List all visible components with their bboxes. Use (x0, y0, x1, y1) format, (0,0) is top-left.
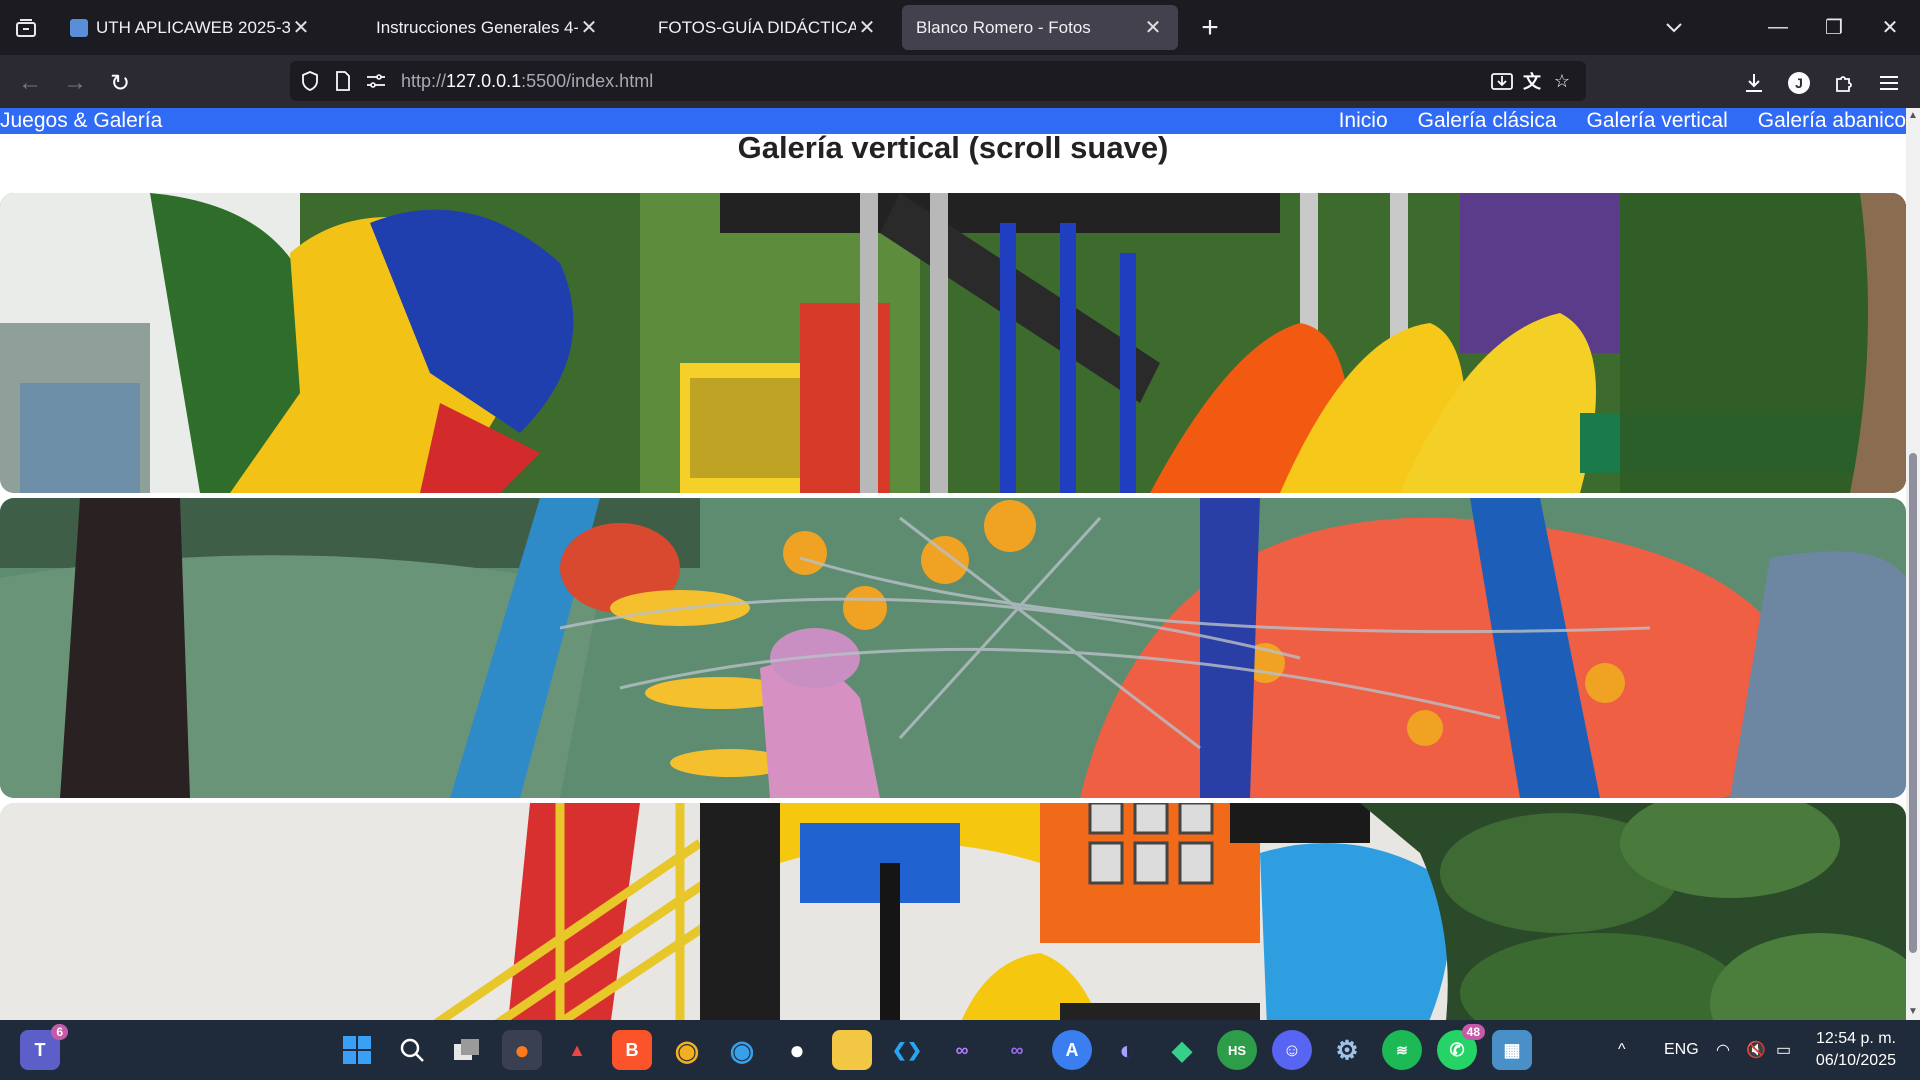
tab-uth-aplicaweb[interactable]: UTH APLICAWEB 2025-3 ✕ (56, 5, 326, 50)
downloads-button[interactable] (1736, 65, 1772, 101)
close-tab-icon[interactable]: ✕ (290, 15, 312, 40)
nav-link-galeria-abanico[interactable]: Galería abanico (1758, 108, 1906, 134)
teams-icon[interactable]: T6 (20, 1024, 68, 1070)
chrome-dev-icon[interactable]: ◉ (722, 1030, 762, 1070)
task-view-icon (454, 1039, 479, 1060)
search-button[interactable] (392, 1030, 432, 1070)
bookmark-star-icon[interactable]: ☆ (1548, 67, 1576, 95)
web-page: Galería vertical (scroll suave) Juegos &… (0, 108, 1906, 1020)
document-icon (70, 18, 88, 37)
taskbar: T6 ● ▲ B ◉ ◉ ● ❮❯ ∞ ∞ A ◐ ◆ HS ☺ ⚙ ≋ ✆ 48… (0, 1020, 1920, 1080)
github-icon[interactable]: ● (777, 1030, 817, 1070)
hamburger-icon (1880, 76, 1898, 90)
close-tab-icon[interactable]: ✕ (1142, 15, 1164, 40)
task-view-button[interactable] (447, 1030, 487, 1070)
nav-link-inicio[interactable]: Inicio (1339, 108, 1388, 134)
app-icon-leaf[interactable]: ◆ (1162, 1030, 1202, 1070)
url-bar[interactable]: http://127.0.0.1:5500/index.html 文 ☆ (290, 61, 1586, 101)
install-app-icon[interactable] (1488, 67, 1516, 95)
file-explorer-icon[interactable] (832, 1030, 872, 1070)
page-icon[interactable] (329, 67, 357, 95)
minimize-button[interactable]: — (1750, 0, 1806, 55)
navigation-toolbar: ← → ↻ http://127.0.0.1:5500/index.html 文… (0, 55, 1920, 108)
notification-badge: 6 (51, 1024, 68, 1040)
chrome-icon[interactable]: ◉ (667, 1030, 707, 1070)
brave-icon[interactable]: B (612, 1030, 652, 1070)
close-tab-icon[interactable]: ✕ (578, 15, 600, 40)
app-icon-chart[interactable]: ▦ (1492, 1030, 1532, 1070)
avatar: J (1788, 72, 1810, 94)
permissions-icon[interactable] (362, 67, 390, 95)
spotify-icon[interactable]: ≋ (1382, 1030, 1422, 1070)
language-indicator[interactable]: ENG (1664, 1020, 1699, 1080)
extensions-button[interactable] (1826, 65, 1862, 101)
restore-button[interactable]: ❐ (1806, 0, 1862, 55)
account-button[interactable]: J (1781, 65, 1817, 101)
tab-blanco-romero[interactable]: Blanco Romero - Fotos ✕ (902, 5, 1178, 50)
forward-button[interactable]: → (57, 65, 93, 101)
app-icon-pyramid[interactable]: ▲ (557, 1030, 597, 1070)
menu-button[interactable] (1871, 65, 1907, 101)
site-nav: Inicio Galería clásica Galería vertical … (1309, 108, 1906, 134)
firefox-taskbar-icon[interactable]: ● (502, 1030, 542, 1070)
puzzle-icon (1836, 76, 1852, 92)
notification-badge: 48 (1461, 1024, 1485, 1040)
gallery-photo-2 (0, 498, 1906, 798)
nav-link-galeria-clasica[interactable]: Galería clásica (1418, 108, 1557, 134)
windows-icon (343, 1036, 371, 1064)
app-icon-moon[interactable]: ◐ (1107, 1030, 1147, 1070)
scrollbar-thumb[interactable] (1909, 453, 1917, 953)
translate-icon[interactable]: 文 (1518, 67, 1546, 95)
scroll-down-arrow[interactable]: ▼ (1908, 1006, 1918, 1017)
site-header: Juegos & Galería Inicio Galería clásica … (0, 108, 1906, 134)
shield-icon[interactable] (296, 67, 324, 95)
tab-fotos-guia[interactable]: FOTOS-GUÍA DIDÁCTICA.pdf ✕ (644, 5, 892, 50)
chevron-down-icon (1666, 22, 1682, 32)
discord-icon[interactable]: ☺ (1272, 1030, 1312, 1070)
scroll-up-arrow[interactable]: ▲ (1908, 110, 1918, 121)
list-all-tabs-button[interactable] (1646, 0, 1702, 55)
download-icon (1746, 74, 1762, 92)
tab-instrucciones[interactable]: Instrucciones Generales 4-5 u2. ✕ (362, 5, 614, 50)
new-tab-button[interactable]: + (1190, 8, 1230, 48)
url-text[interactable]: http://127.0.0.1:5500/index.html (401, 71, 653, 92)
visual-studio-alt-icon[interactable]: ∞ (997, 1030, 1037, 1070)
clock-date: 06/10/2025 (1815, 1052, 1896, 1069)
volume-muted-icon[interactable]: 🔇 (1746, 1020, 1766, 1080)
back-button[interactable]: ← (12, 65, 48, 101)
gallery-photo-1 (0, 193, 1906, 493)
vscode-icon[interactable]: ❮❯ (887, 1030, 927, 1070)
search-icon (400, 1038, 424, 1062)
app-icon-hs[interactable]: HS (1217, 1030, 1257, 1070)
firefox-view-button[interactable] (0, 0, 52, 55)
close-window-button[interactable]: ✕ (1862, 0, 1918, 55)
close-tab-icon[interactable]: ✕ (856, 15, 878, 40)
wifi-icon[interactable]: ◠ (1716, 1020, 1730, 1080)
app-icon-a[interactable]: A (1052, 1030, 1092, 1070)
steam-icon[interactable]: ⚙ (1327, 1030, 1367, 1070)
visual-studio-icon[interactable]: ∞ (942, 1030, 982, 1070)
clock-time: 12:54 p. m. (1815, 1030, 1896, 1047)
whatsapp-icon[interactable]: ✆ 48 (1437, 1024, 1485, 1070)
tab-bar: UTH APLICAWEB 2025-3 ✕ Instrucciones Gen… (0, 0, 1920, 55)
site-brand[interactable]: Juegos & Galería (0, 108, 162, 134)
firefox-view-icon (16, 18, 36, 37)
gallery-photo-3 (0, 803, 1906, 1020)
page-scrollbar[interactable]: ▲ ▼ (1906, 108, 1920, 1020)
battery-icon[interactable]: ▭ (1776, 1020, 1791, 1080)
start-button[interactable] (337, 1030, 377, 1070)
reload-button[interactable]: ↻ (102, 65, 138, 101)
section-title: Galería vertical (scroll suave) (737, 130, 1169, 165)
nav-link-galeria-vertical[interactable]: Galería vertical (1587, 108, 1728, 134)
clock[interactable]: 12:54 p. m. 06/10/2025 (1816, 1028, 1896, 1072)
show-hidden-icons-button[interactable]: ^ (1618, 1020, 1626, 1080)
